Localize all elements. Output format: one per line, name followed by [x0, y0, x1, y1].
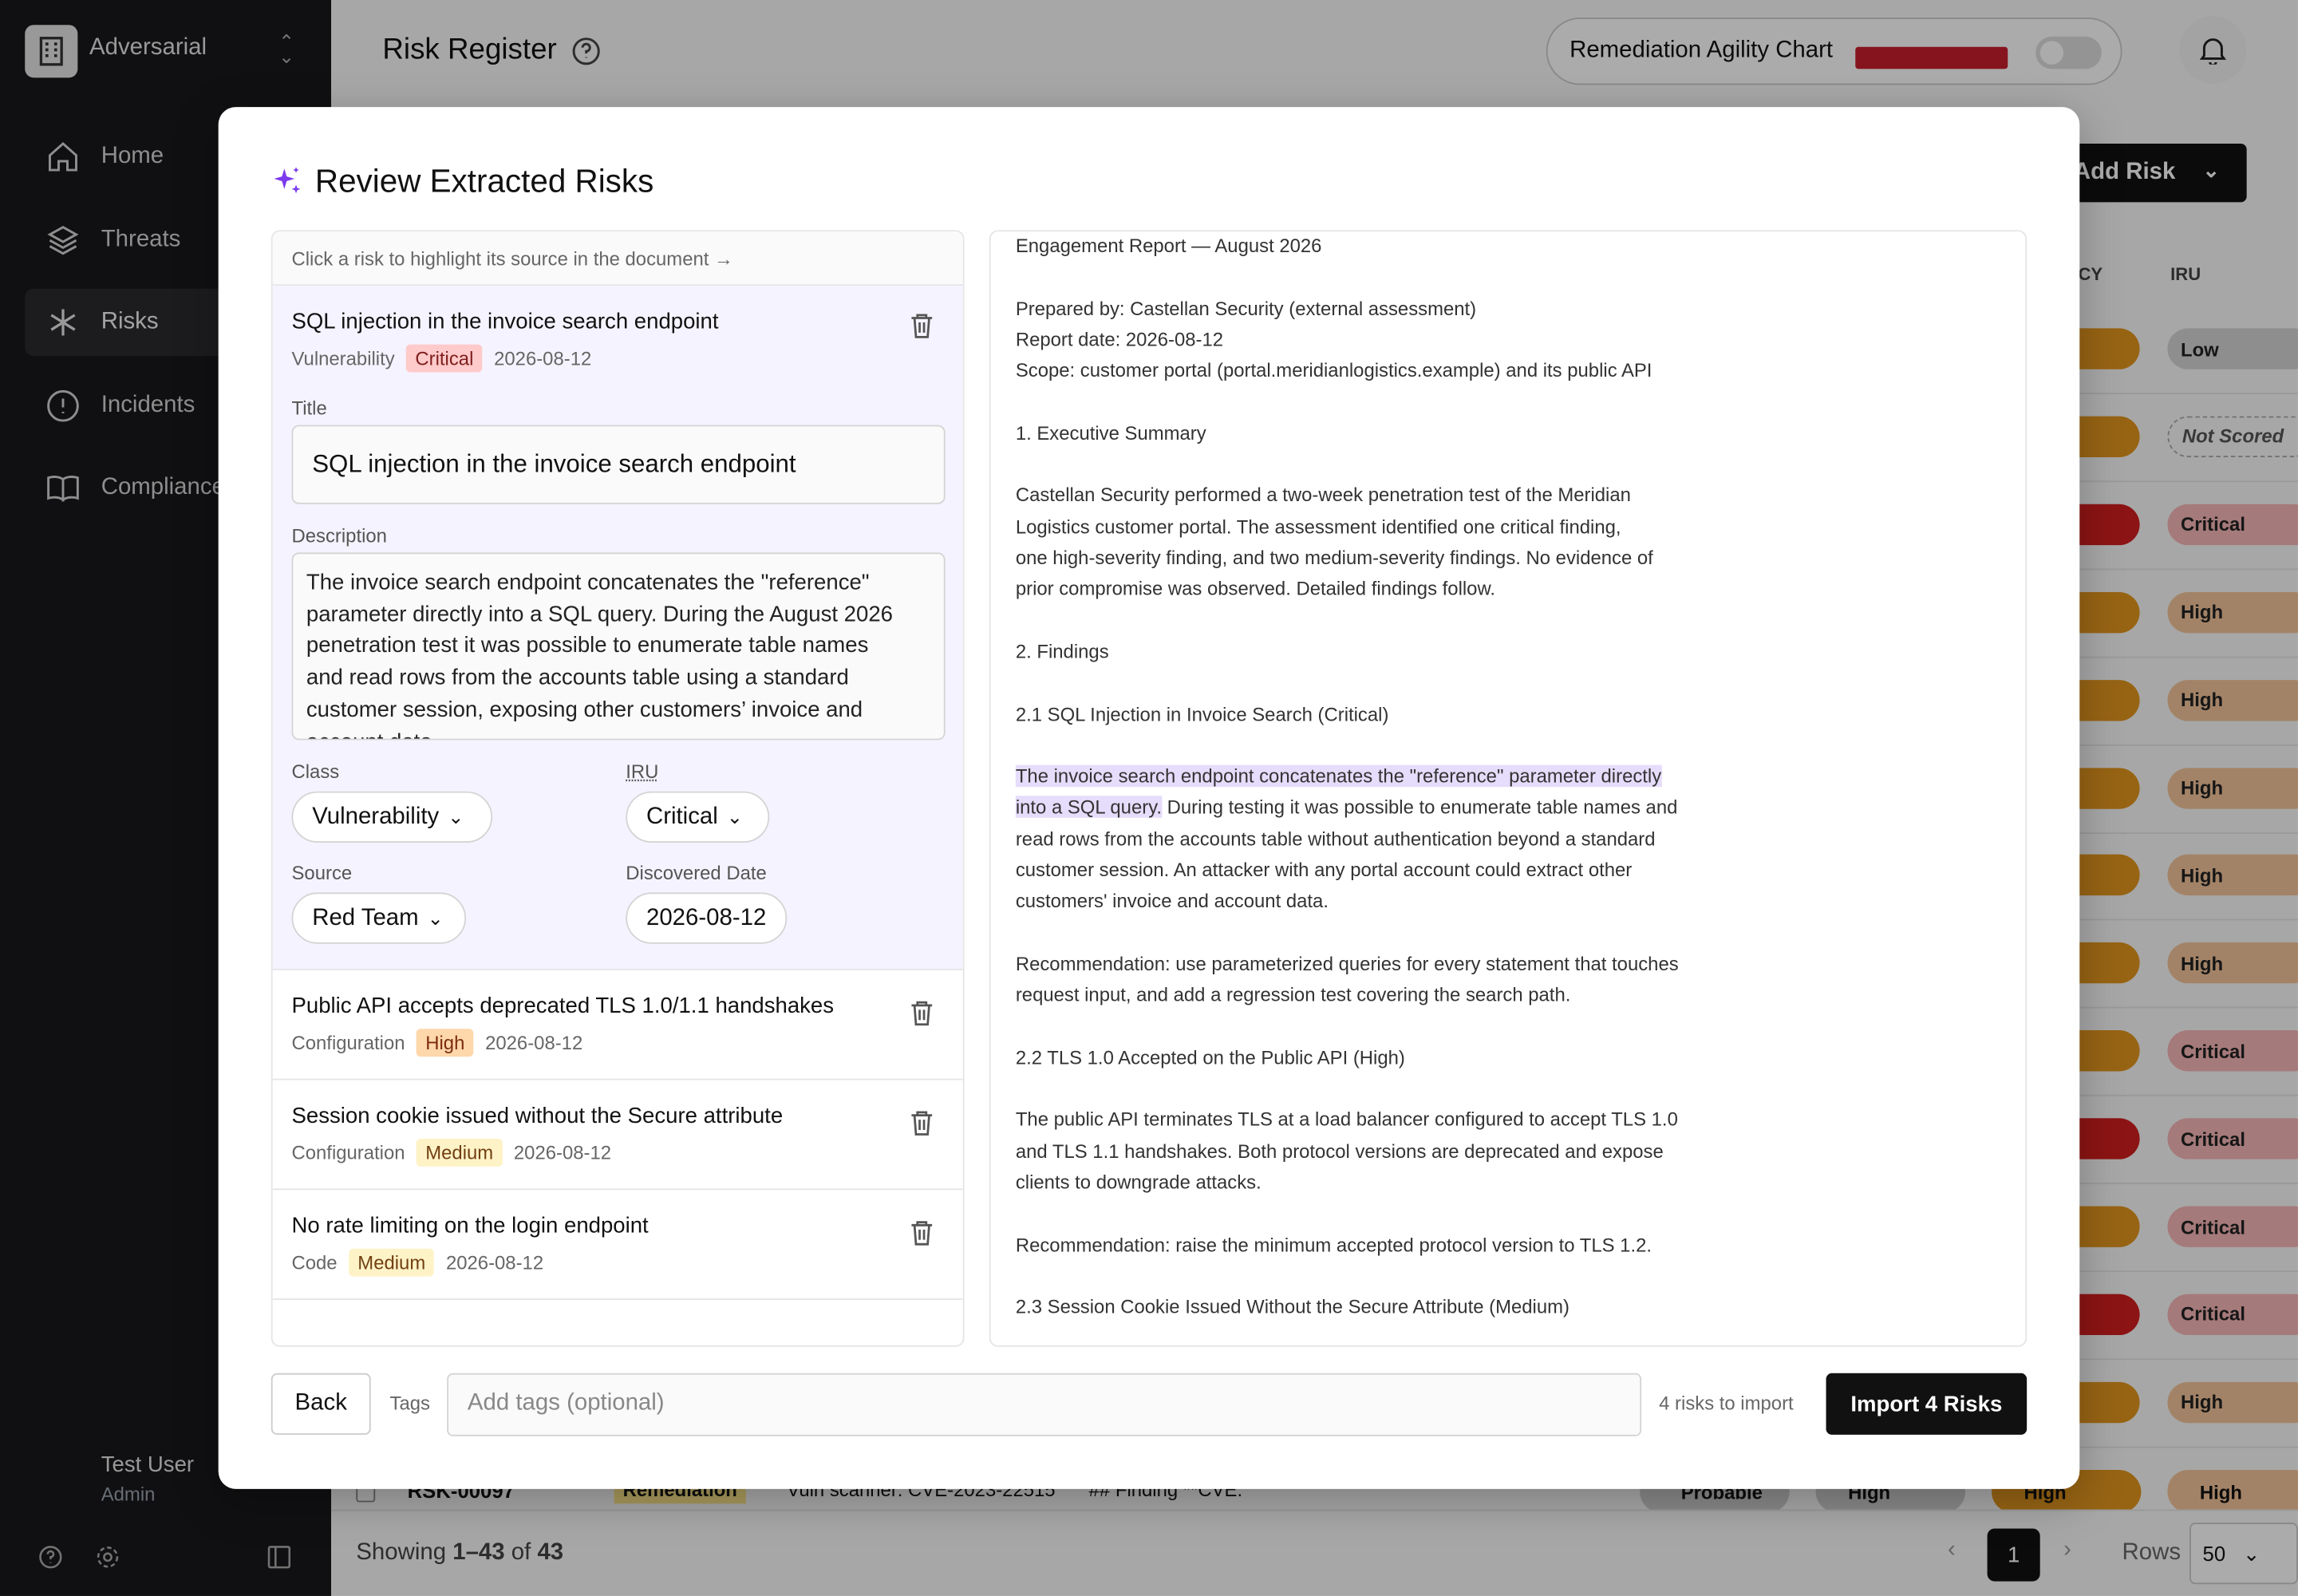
class-label: Class — [291, 760, 340, 783]
source-dropdown[interactable]: Red Team ⌄ — [291, 892, 467, 944]
document-line: 2.1 SQL Injection in Invoice Search (Cri… — [1015, 702, 1389, 725]
risk-class: Configuration — [291, 1031, 405, 1054]
selected-risk-editor[interactable]: SQL injection in the invoice search endp… — [272, 286, 963, 970]
highlighted-source: The invoice search endpoint concatenates… — [1015, 764, 1662, 788]
document-line: 2. Findings — [1015, 640, 1109, 662]
document-line: Logistics customer portal. The assessmen… — [1015, 515, 1621, 538]
document-line: read rows from the accounts table withou… — [1015, 828, 1656, 850]
document-line: and TLS 1.1 handshakes. Both protocol ve… — [1015, 1140, 1664, 1162]
risk-date: 2026-08-12 — [513, 1141, 612, 1164]
back-button[interactable]: Back — [270, 1373, 371, 1435]
description-label: Description — [291, 524, 387, 547]
risk-title: Public API accepts deprecated TLS 1.0/1.… — [291, 994, 835, 1019]
document-line: 2.2 TLS 1.0 Accepted on the Public API (… — [1015, 1045, 1405, 1069]
description-line: parameter directly into a SQL query. Dur… — [306, 602, 893, 627]
risk-meta: Code Medium 2026-08-12 — [291, 1248, 544, 1277]
review-modal: Review Extracted Risks Click a risk to h… — [218, 107, 2080, 1489]
chevron-down-icon: ⌄ — [726, 805, 743, 828]
trash-icon[interactable] — [910, 999, 934, 1033]
risk-meta: Configuration High 2026-08-12 — [291, 1029, 583, 1057]
source-label: Source — [291, 861, 353, 884]
modal-title: Review Extracted Risks — [314, 162, 654, 200]
document-line: Prepared by: Castellan Security (externa… — [1015, 297, 1477, 319]
title-label: Title — [291, 397, 327, 420]
description-line: account data. — [306, 726, 930, 739]
import-button[interactable]: Import 4 Risks — [1826, 1373, 2028, 1435]
risk-meta: Vulnerability Critical 2026-08-12 — [291, 344, 592, 373]
chevron-down-icon: ⌄ — [427, 906, 444, 929]
source-value: Red Team — [312, 905, 419, 930]
document-line: customers' invoice and account data. — [1015, 890, 1329, 912]
sparkles-icon — [271, 166, 303, 206]
document-line: 2.3 Session Cookie Issued Without the Se… — [1015, 1295, 1570, 1318]
description-line: customer session, exposing other custome… — [306, 697, 863, 723]
risk-class: Configuration — [291, 1141, 405, 1164]
description-line: The invoice search endpoint concatenates… — [306, 570, 870, 595]
document-line[interactable]: into a SQL query. During testing it was … — [1015, 792, 1678, 823]
severity-badge: Medium — [417, 1138, 503, 1167]
document-line: Engagement Report — August 2026 — [1015, 234, 1322, 257]
highlighted-source: into a SQL query. — [1015, 796, 1163, 819]
class-value: Vulnerability — [312, 804, 440, 829]
risk-date: 2026-08-12 — [494, 347, 592, 369]
document-line: clients to downgrade attacks. — [1015, 1171, 1262, 1193]
description-textarea[interactable]: The invoice search endpoint concatenates… — [291, 552, 946, 741]
import-count: 4 risks to import — [1659, 1392, 1794, 1415]
document-line[interactable]: The invoice search endpoint concatenates… — [1015, 760, 1662, 792]
iru-value: Critical — [646, 804, 718, 829]
iru-label: IRU — [626, 760, 659, 783]
risk-title: SQL injection in the invoice search endp… — [291, 309, 719, 334]
document-panel: Engagement Report — August 2026 Prepared … — [989, 230, 2028, 1347]
risk-date: 2026-08-12 — [445, 1251, 544, 1274]
document-line: customer session. An attacker with any p… — [1015, 859, 1633, 881]
chevron-down-icon: ⌄ — [448, 805, 464, 828]
risk-date: 2026-08-12 — [485, 1031, 583, 1054]
hint-text: Click a risk to highlight its source in … — [272, 231, 963, 286]
trash-icon[interactable] — [910, 312, 934, 346]
trash-icon[interactable] — [910, 1219, 934, 1253]
description-line: penetration test it was possible to enum… — [306, 634, 869, 659]
trash-icon[interactable] — [910, 1109, 934, 1143]
risk-class: Code — [291, 1251, 338, 1274]
document-line: Scope: customer portal (portal.meridianl… — [1015, 359, 1652, 381]
description-text: The invoice search endpoint concatenates… — [306, 567, 930, 739]
severity-badge: High — [417, 1029, 474, 1057]
document-text-run: During testing it was possible to enumer… — [1162, 796, 1678, 819]
class-dropdown[interactable]: Vulnerability ⌄ — [291, 791, 493, 843]
description-line: and read rows from the accounts table us… — [306, 665, 849, 691]
document-line: Castellan Security performed a two-week … — [1015, 484, 1631, 507]
document-line: request input, and add a regression test… — [1015, 983, 1571, 1006]
risk-title: No rate limiting on the login endpoint — [291, 1213, 649, 1238]
date-label: Discovered Date — [626, 861, 767, 884]
risk-item[interactable]: Session cookie issued without the Secure… — [272, 1080, 963, 1191]
title-input[interactable]: SQL injection in the invoice search endp… — [291, 425, 946, 504]
document-line: 1. Executive Summary — [1015, 421, 1206, 444]
document-line: Recommendation: raise the minimum accept… — [1015, 1233, 1652, 1256]
document-line: one high-severity finding, and two mediu… — [1015, 547, 1653, 569]
severity-badge: Medium — [349, 1248, 435, 1277]
date-input[interactable]: 2026-08-12 — [626, 892, 788, 944]
tags-input[interactable]: Add tags (optional) — [447, 1373, 1642, 1436]
risk-item[interactable]: Public API accepts deprecated TLS 1.0/1.… — [272, 970, 963, 1080]
document-line: Recommendation: use parameterized querie… — [1015, 952, 1679, 975]
risk-item[interactable]: No rate limiting on the login endpoint Co… — [272, 1190, 963, 1300]
risk-meta: Configuration Medium 2026-08-12 — [291, 1138, 612, 1167]
risk-list-panel: Click a risk to highlight its source in … — [270, 230, 965, 1347]
risk-class: Vulnerability — [291, 347, 395, 369]
iru-dropdown[interactable]: Critical ⌄ — [626, 791, 770, 843]
risk-title: Session cookie issued without the Secure… — [291, 1103, 784, 1129]
document-line: The public API terminates TLS at a load … — [1015, 1108, 1678, 1131]
tags-label: Tags — [389, 1392, 431, 1415]
document-line: Report date: 2026-08-12 — [1015, 328, 1224, 350]
severity-badge: Critical — [406, 344, 483, 373]
document-line: prior compromise was observed. Detailed … — [1015, 578, 1496, 600]
